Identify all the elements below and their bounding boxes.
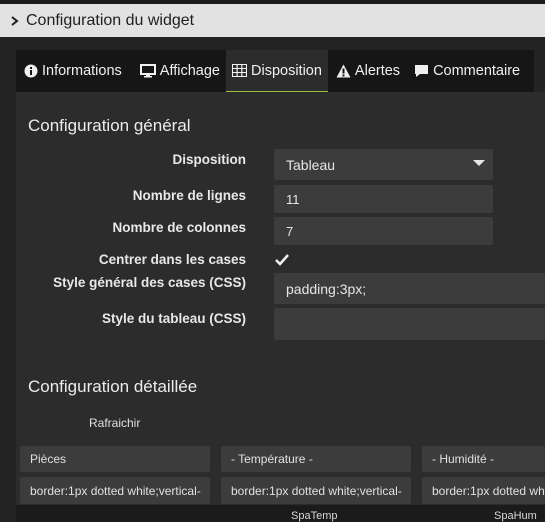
- disposition-label: Disposition: [172, 152, 247, 167]
- disposition-value: Tableau: [286, 156, 336, 173]
- tab-label: Disposition: [251, 62, 322, 79]
- cols-input[interactable]: 7: [274, 217, 493, 245]
- cell-text: border:1px dotted wh: [432, 483, 545, 498]
- cell-style-input[interactable]: padding:3px;: [274, 273, 545, 304]
- tab-alertes[interactable]: Alertes: [328, 50, 406, 92]
- rows-label: Nombre de lignes: [132, 188, 246, 203]
- warning-icon: [336, 64, 351, 78]
- cols-label: Nombre de colonnes: [112, 220, 246, 235]
- grid-cell-input[interactable]: Pièces: [20, 446, 210, 472]
- tab-bar: Informations Affichage Disposition Alert…: [16, 50, 534, 92]
- grid-cell-style-input[interactable]: border:1px dotted white;vertical-: [20, 477, 210, 504]
- tab-affichage[interactable]: Affichage: [132, 50, 226, 92]
- tab-label: Alertes: [354, 63, 401, 79]
- table-icon: [232, 64, 247, 77]
- cell-text: - Humidité -: [432, 452, 495, 466]
- cell-text: Pièces: [30, 452, 67, 466]
- center-label: Centrer dans les cases: [98, 252, 246, 267]
- tab-disposition[interactable]: Disposition: [226, 50, 328, 92]
- grid-cell-input[interactable]: - Humidité -: [422, 446, 545, 472]
- section-title-general: Configuration général: [28, 116, 191, 135]
- column-header: SpaHum: [494, 510, 537, 522]
- rows-input[interactable]: 11: [274, 185, 493, 213]
- caret-down-icon: [473, 160, 485, 166]
- disposition-select[interactable]: Tableau: [274, 149, 493, 180]
- center-checkbox[interactable]: [274, 252, 290, 268]
- grid-cell-input[interactable]: - Température -: [221, 446, 411, 472]
- section-title-detailed: Configuration détaillée: [28, 377, 198, 396]
- rows-value: 11: [286, 191, 300, 207]
- table-style-label: Style du tableau (CSS): [101, 311, 246, 326]
- grid-cell-style-input[interactable]: border:1px dotted wh: [422, 477, 545, 504]
- cell-text: - Température -: [231, 452, 313, 466]
- tab-informations[interactable]: Informations: [16, 50, 128, 92]
- column-header: SpaTemp: [291, 510, 338, 522]
- header-title: Configuration du widget: [26, 11, 195, 29]
- cols-value: 7: [286, 223, 294, 239]
- chevron-right-icon: [10, 15, 20, 26]
- checkmark-icon: [275, 254, 289, 266]
- refresh-link[interactable]: Rafraichir: [89, 416, 140, 430]
- widget-config-header[interactable]: Configuration du widget: [0, 4, 545, 37]
- tab-label: Informations: [42, 63, 122, 79]
- tab-label: Commentaire: [433, 63, 521, 79]
- grid-cell-style-input[interactable]: border:1px dotted white;vertical-: [221, 477, 411, 504]
- comment-icon: [414, 64, 429, 78]
- cell-text: border:1px dotted white;vertical-: [30, 483, 201, 498]
- cell-style-label: Style général des cases (CSS): [53, 275, 246, 290]
- tab-label: Affichage: [159, 63, 220, 79]
- grid-footer: [16, 505, 545, 522]
- monitor-icon: [139, 64, 156, 78]
- table-style-input[interactable]: [274, 308, 545, 340]
- info-circle-icon: [24, 64, 38, 78]
- cell-style-value: padding:3px;: [286, 280, 367, 297]
- cell-text: border:1px dotted white;vertical-: [231, 483, 402, 498]
- tab-commentaire[interactable]: Commentaire: [406, 50, 526, 92]
